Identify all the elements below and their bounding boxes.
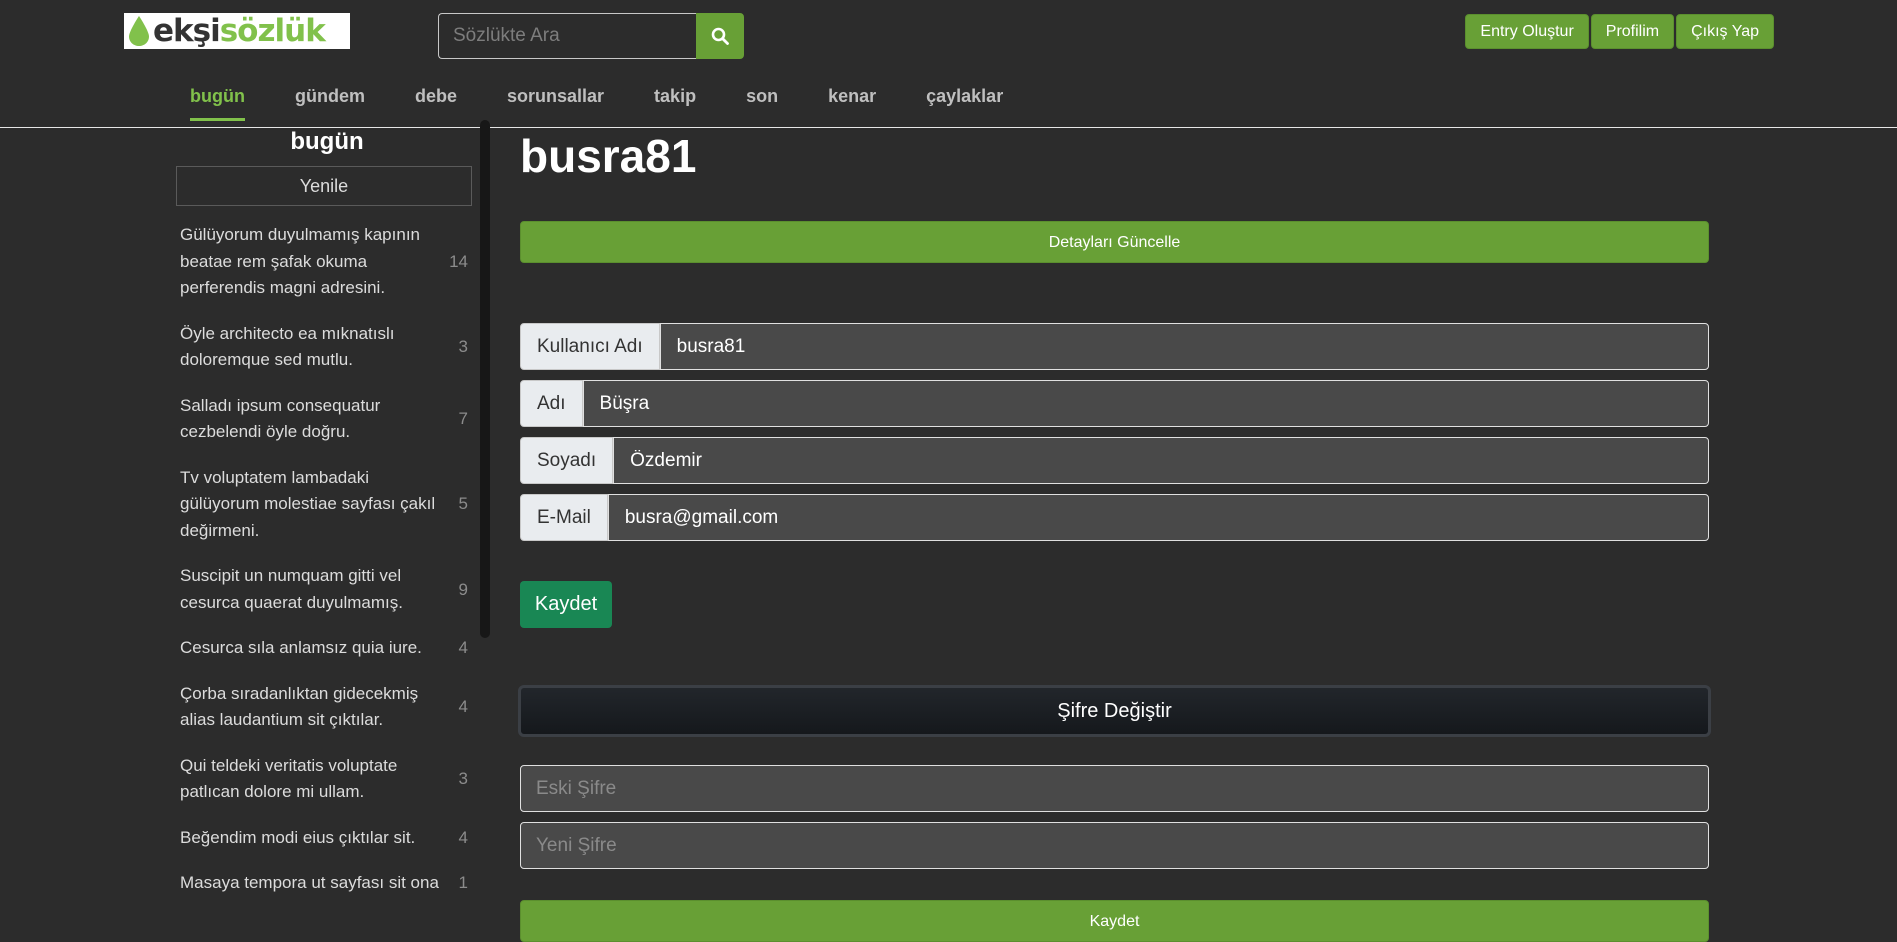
update-details-button[interactable]: Detayları Güncelle (520, 221, 1709, 263)
topic-item[interactable]: Çorba sıradanlıktan gidecekmiş alias lau… (176, 681, 472, 734)
nav-item-debe[interactable]: debe (415, 83, 457, 121)
topic-entry-count: 3 (458, 769, 468, 788)
topic-item[interactable]: Masaya tempora ut sayfası sit ona 1 (176, 870, 472, 897)
sidebar: bugün Yenile Gülüyorum duyulmamış kapını… (176, 128, 472, 916)
save-details-button[interactable]: Kaydet (520, 581, 612, 628)
nav-item-caylaklar[interactable]: çaylaklar (926, 83, 1003, 121)
topic-entry-count: 4 (458, 827, 468, 847)
topic-list: Gülüyorum duyulmamış kapının beatae rem … (176, 222, 472, 897)
save-password-button[interactable]: Kaydet (520, 900, 1709, 942)
email-input[interactable] (607, 494, 1709, 541)
sidebar-title: bugün (290, 128, 364, 155)
topic-title: Cesurca sıla anlamsız quia iure. (180, 638, 422, 657)
email-field-row: E-Mail (520, 494, 1709, 541)
topic-title: Suscipit un numquam gitti vel cesurca qu… (180, 566, 403, 612)
topic-item[interactable]: Öyle architecto ea mıknatıslı doloremque… (176, 321, 472, 374)
topic-item[interactable]: Qui teldeki veritatis voluptate patlıcan… (176, 753, 472, 806)
nav-item-takip[interactable]: takip (654, 83, 696, 121)
topic-item[interactable]: Beğendim modi eius çıktılar sit. 4 (176, 825, 472, 852)
site-logo[interactable]: ekşi sözlük (124, 13, 350, 49)
topic-entry-count: 4 (458, 697, 468, 716)
topic-title: Masaya tempora ut sayfası sit ona (180, 873, 439, 892)
topic-entry-count: 3 (458, 337, 468, 356)
nav-item-son[interactable]: son (746, 83, 778, 121)
last-name-input[interactable] (613, 437, 1709, 484)
topic-entry-count: 9 (458, 579, 468, 599)
topic-title: Salladı ipsum consequatur cezbelendi öyl… (180, 395, 381, 442)
sidebar-scrollbar[interactable] (480, 120, 490, 638)
change-password-header: Şifre Değiştir (518, 685, 1711, 737)
topic-item[interactable]: Tv voluptatem lambadaki gülüyorum molest… (176, 465, 472, 545)
topic-entry-count: 14 (449, 251, 468, 271)
email-label: E-Mail (520, 494, 608, 541)
search-bar (438, 13, 744, 59)
search-button[interactable] (696, 13, 744, 59)
droplet-logo-icon (129, 16, 149, 46)
topic-item[interactable]: Suscipit un numquam gitti vel cesurca qu… (176, 563, 472, 616)
username-field-row: Kullanıcı Adı (520, 323, 1709, 370)
topic-title: Gülüyorum duyulmamış kapının beatae rem … (180, 225, 420, 297)
topic-title: Qui teldeki veritatis voluptate patlıcan… (180, 755, 398, 802)
topic-title: Beğendim modi eius çıktılar sit. (180, 827, 416, 847)
topic-entry-count: 4 (458, 638, 468, 658)
old-password-input[interactable] (520, 765, 1709, 812)
topic-item[interactable]: Salladı ipsum consequatur cezbelendi öyl… (176, 393, 472, 446)
profile-button[interactable]: Profilim (1590, 14, 1675, 49)
search-input[interactable] (438, 13, 696, 59)
topic-entry-count: 5 (458, 494, 468, 514)
topic-item[interactable]: Cesurca sıla anlamsız quia iure. 4 (176, 635, 472, 662)
first-name-label: Adı (520, 380, 583, 427)
topic-title: Çorba sıradanlıktan gidecekmiş alias lau… (180, 683, 419, 730)
last-name-field-row: Soyadı (520, 437, 1709, 484)
logout-button[interactable]: Çıkış Yap (1676, 14, 1774, 49)
profile-panel: busra81 Detayları Güncelle Kullanıcı Adı… (518, 128, 1711, 942)
topic-entry-count: 7 (458, 409, 468, 428)
nav-item-gundem[interactable]: gündem (295, 83, 365, 121)
username-label: Kullanıcı Adı (520, 323, 660, 370)
topic-title: Tv voluptatem lambadaki gülüyorum molest… (180, 467, 436, 540)
topic-item[interactable]: Gülüyorum duyulmamış kapının beatae rem … (176, 222, 472, 302)
nav-item-bugun[interactable]: bugün (190, 83, 245, 121)
last-name-label: Soyadı (520, 437, 614, 484)
logo-text-sozluk: sözlük (219, 13, 326, 49)
user-actions: Entry Oluştur Profilim Çıkış Yap (1465, 14, 1774, 49)
nav-item-sorunsallar[interactable]: sorunsallar (507, 83, 604, 121)
logo-text-eksi: ekşi (153, 13, 221, 49)
topic-title: Öyle architecto ea mıknatıslı doloremque… (180, 323, 395, 370)
first-name-field-row: Adı (520, 380, 1709, 427)
new-password-input[interactable] (520, 822, 1709, 869)
nav-item-kenar[interactable]: kenar (828, 83, 876, 121)
first-name-input[interactable] (582, 380, 1709, 427)
main-nav: bugün gündem debe sorunsallar takip son … (190, 83, 1053, 121)
refresh-button[interactable]: Yenile (176, 166, 472, 206)
search-icon (711, 27, 729, 45)
topic-entry-count: 1 (458, 873, 468, 893)
username-input[interactable] (659, 323, 1709, 370)
profile-username: busra81 (520, 130, 697, 182)
create-entry-button[interactable]: Entry Oluştur (1465, 14, 1589, 49)
